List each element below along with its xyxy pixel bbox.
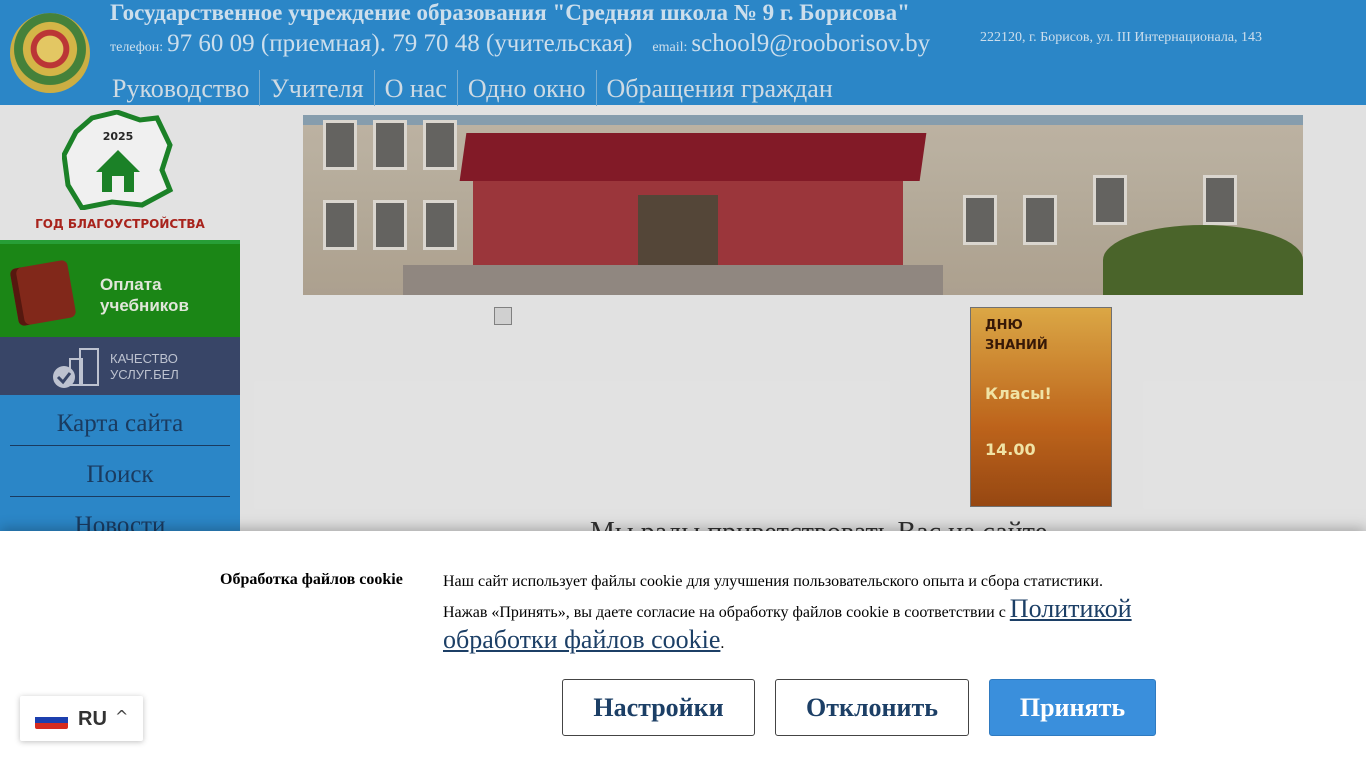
cookie-decline-button[interactable]: Отклонить [775, 679, 969, 736]
cookie-period: . [720, 635, 725, 652]
cookie-text-1: Наш сайт использует файлы cookie для улу… [443, 573, 1103, 590]
cookie-consent-panel: Обработка файлов cookie Наш сайт использ… [0, 531, 1366, 768]
language-switcher[interactable]: RU ^ [20, 696, 143, 741]
cookie-policy-link[interactable]: Политикой обработки файлов cookie [443, 594, 1132, 654]
cookie-settings-button[interactable]: Настройки [562, 679, 755, 736]
cookie-title: Обработка файлов cookie [220, 571, 403, 588]
chevron-up-icon: ^ [115, 707, 129, 726]
russian-flag-icon [35, 711, 68, 729]
cookie-accept-button[interactable]: Принять [989, 679, 1156, 736]
language-code: RU [78, 708, 107, 730]
cookie-description: Наш сайт использует файлы cookie для улу… [443, 568, 1163, 657]
cookie-text-2: Нажав «Принять», вы даете согласие на об… [443, 604, 1010, 621]
